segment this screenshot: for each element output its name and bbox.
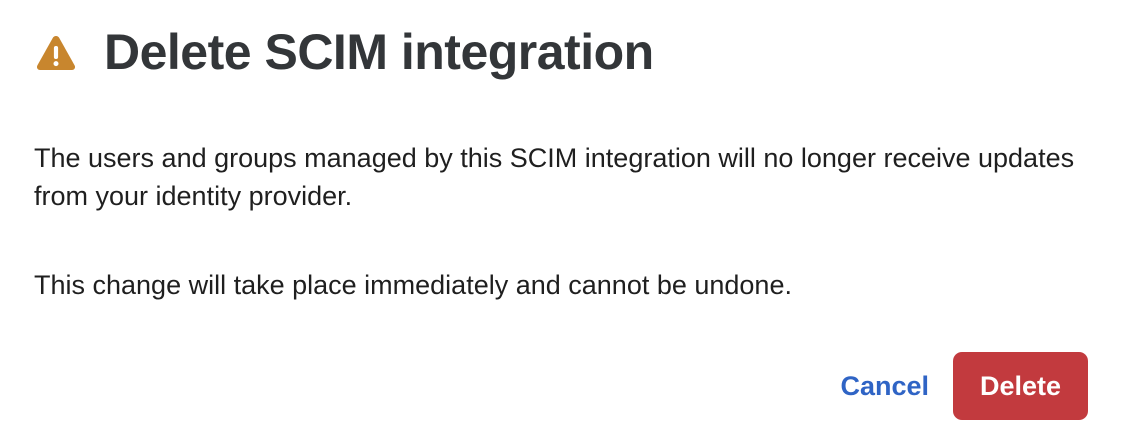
warning-icon [34,31,78,75]
dialog-description: The users and groups managed by this SCI… [34,143,1075,211]
delete-button[interactable]: Delete [953,352,1088,420]
dialog-warning-text: This change will take place immediately … [34,270,792,300]
dialog-header: Delete SCIM integration [34,22,654,82]
dialog-actions: Cancel Delete [830,352,1088,420]
dialog-title: Delete SCIM integration [104,24,654,80]
delete-scim-dialog: Delete SCIM integration The users and gr… [0,0,1122,436]
cancel-button[interactable]: Cancel [830,352,939,420]
